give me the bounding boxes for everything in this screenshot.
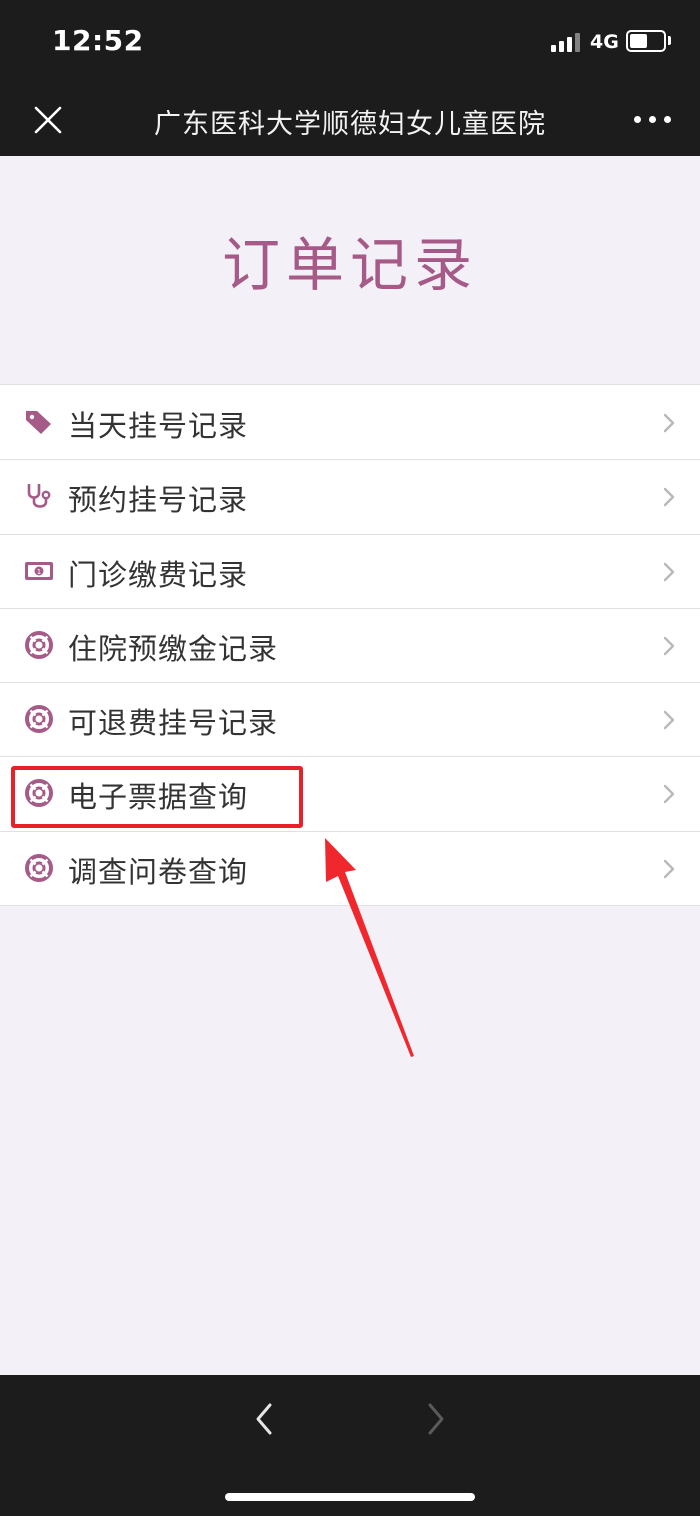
menu-item-label: 预约挂号记录 [68,483,249,518]
back-arrow-icon[interactable] [250,1399,280,1439]
menu-item-survey-query[interactable]: 调查问卷查询 [0,830,700,906]
bottom-toolbar [0,1375,700,1516]
lifebuoy-icon [24,778,54,808]
status-bar: 12:52 4G [0,0,700,84]
chevron-right-icon [662,858,676,880]
menu-item-inpatient-deposit[interactable]: 住院预缴金记录 [0,607,700,683]
close-icon[interactable] [30,102,66,138]
chevron-right-icon [662,561,676,583]
menu-item-label: 电子票据查询 [68,780,249,815]
menu-item-e-invoice-query[interactable]: 电子票据查询 [0,756,700,831]
menu-item-label: 住院预缴金记录 [68,631,279,666]
nav-bar: 广东医科大学顺德妇女儿童医院 [0,84,700,156]
menu-list: 当天挂号记录 预约挂号记录 1 门诊缴费记录 住院预缴金记录 可退费挂号记录 电… [0,384,700,907]
signal-icon [551,32,581,52]
tag-icon [24,407,54,437]
menu-item-label: 当天挂号记录 [68,409,249,443]
menu-item-today-registration[interactable]: 当天挂号记录 [0,385,700,460]
lifebuoy-icon [24,704,54,734]
home-indicator[interactable] [225,1493,475,1501]
svg-text:1: 1 [37,568,41,576]
more-icon[interactable] [634,116,674,126]
battery-icon [626,30,666,52]
page-header: 订单记录 [0,156,700,384]
network-type: 4G [590,31,619,53]
menu-item-label: 调查问卷查询 [68,854,249,889]
chevron-right-icon [662,635,676,657]
chevron-right-icon [662,783,676,805]
menu-item-label: 可退费挂号记录 [68,706,279,741]
page-title: 订单记录 [221,231,478,299]
money-icon: 1 [24,556,54,586]
stethoscope-icon [24,481,54,511]
nav-title: 广东医科大学顺德妇女儿童医院 [154,109,546,140]
chevron-right-icon [662,709,676,731]
menu-item-label: 门诊缴费记录 [68,557,249,592]
chevron-right-icon [662,486,676,508]
menu-item-outpatient-payment[interactable]: 1 门诊缴费记录 [0,533,700,608]
menu-item-appointment-registration[interactable]: 预约挂号记录 [0,459,700,534]
lifebuoy-icon [24,630,54,660]
chevron-right-icon [662,412,676,434]
forward-arrow-icon[interactable] [420,1399,450,1439]
status-time: 12:52 [52,24,144,57]
battery-tip [668,36,671,45]
menu-item-refundable-registration[interactable]: 可退费挂号记录 [0,682,700,757]
lifebuoy-icon [24,853,54,883]
